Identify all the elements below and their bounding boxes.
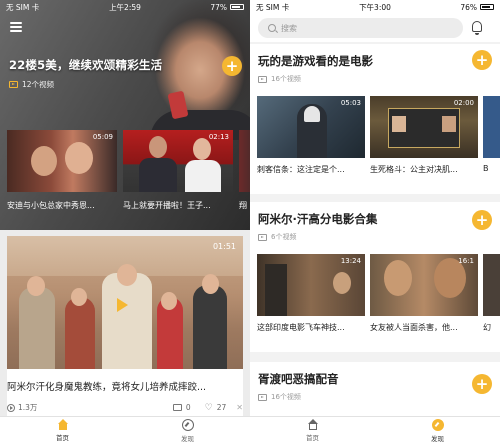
battery-icon — [229, 4, 244, 10]
video-caption: 安迪与小包总家中秀恩... — [7, 201, 95, 210]
video-card[interactable]: 13:24 这部印度电影飞车神技... — [257, 254, 365, 333]
video-thumbnail: 05:09 — [7, 130, 117, 192]
video-post-card[interactable]: 01:51 阿米尔汗化身魔鬼教练，竟将女儿培养成摔跤... 1.3万 0 ♡ 2… — [7, 236, 243, 416]
clock: 下午3:00 — [359, 2, 391, 12]
tab-bar: 首页 发现 — [0, 416, 250, 444]
video-caption: 马上就要开播啦！王子... — [123, 201, 211, 210]
video-duration: 01:51 — [212, 242, 236, 251]
search-placeholder: 搜索 — [281, 23, 297, 33]
video-thumbnail: 16:1 — [370, 254, 478, 316]
home-icon — [307, 419, 319, 430]
video-thumbnail — [483, 254, 500, 316]
views-icon — [7, 403, 15, 412]
header: 无 SIM 卡 下午3:00 76% 搜索 — [250, 0, 500, 42]
playlist-section: 玩的是游戏看的是电影 16个视频 + 05:03 刺客信条：这注定是个... 0… — [250, 44, 500, 194]
clock: 上午2:59 — [109, 2, 141, 12]
search-input[interactable]: 搜索 — [258, 18, 463, 38]
play-icon — [117, 298, 128, 312]
playlist-title[interactable]: 阿米尔·汗高分电影合集 — [258, 211, 377, 227]
views-count: 1.3万 — [18, 403, 38, 412]
tab-home[interactable]: 首页 — [0, 417, 125, 444]
video-thumbnail: 02:00 — [370, 96, 478, 158]
video-stats: 1.3万 0 ♡ 27 ✕ — [7, 402, 243, 413]
close-icon[interactable]: ✕ — [236, 403, 243, 412]
video-duration: 02:00 — [453, 99, 474, 107]
featured-banner[interactable]: 无 SIM 卡 上午2:59 77% 22楼5美，继续欢颂精彩生活 12个视频 … — [0, 0, 250, 230]
video-caption: 这部印度电影飞车神技... — [257, 323, 345, 332]
video-card[interactable]: 翔 — [239, 130, 250, 220]
comment-icon[interactable] — [172, 404, 182, 411]
screenshot: 无 SIM 卡 上午2:59 77% 22楼5美，继续欢颂精彩生活 12个视频 … — [0, 0, 500, 444]
video-thumbnail: 13:24 — [257, 254, 365, 316]
playlist-count: 16个视频 — [258, 74, 301, 84]
video-caption: 幻 — [483, 323, 491, 332]
tab-discover[interactable]: 发现 — [375, 417, 500, 444]
search-icon — [268, 24, 276, 32]
subscribe-plus-button[interactable]: + — [472, 210, 492, 230]
carrier-label: 无 SIM 卡 — [6, 2, 40, 12]
playlist-section: 胥渡吧恶搞配音 16个视频 + — [250, 362, 500, 416]
home-screen: 无 SIM 卡 上午2:59 77% 22楼5美，继续欢颂精彩生活 12个视频 … — [0, 0, 250, 444]
battery-percent: 76% — [460, 2, 477, 12]
playlist-section: 阿米尔·汗高分电影合集 6个视频 + 13:24 这部印度电影飞车神技... 1… — [250, 202, 500, 352]
video-thumbnail: 02:13 — [123, 130, 233, 192]
compass-icon — [431, 418, 444, 431]
like-count: 27 — [216, 403, 227, 412]
video-card[interactable]: 05:09 安迪与小包总家中秀恩... — [7, 130, 117, 220]
video-duration: 13:24 — [340, 257, 361, 265]
video-card[interactable]: B — [483, 96, 500, 175]
video-icon — [258, 233, 267, 241]
video-card[interactable]: 02:13 马上就要开播啦！王子... — [123, 130, 233, 220]
playlist-title[interactable]: 胥渡吧恶搞配音 — [258, 371, 339, 387]
tab-bar: 首页 发现 — [250, 416, 500, 444]
comment-count: 0 — [185, 403, 191, 412]
video-duration: 05:03 — [340, 99, 361, 107]
tab-discover[interactable]: 发现 — [125, 417, 250, 444]
heart-icon[interactable]: ♡ — [205, 403, 213, 412]
playlist-count: 16个视频 — [258, 392, 301, 402]
video-card[interactable]: 02:00 生死格斗：公主对决肌... — [370, 96, 478, 175]
video-duration: 05:09 — [92, 133, 113, 141]
playlist-count: 6个视频 — [258, 232, 296, 242]
video-icon — [9, 81, 18, 88]
battery-icon — [479, 4, 494, 10]
video-icon — [258, 75, 267, 83]
carrier-label: 无 SIM 卡 — [256, 2, 290, 12]
tab-home[interactable]: 首页 — [250, 417, 375, 444]
playlist-videos: 13:24 这部印度电影飞车神技... 16:1 女友被人当面杀害，他... 幻 — [257, 254, 500, 333]
discover-screen: 无 SIM 卡 下午3:00 76% 搜索 玩的是游戏看的是电影 16个视频 + — [250, 0, 500, 444]
video-caption: B — [483, 164, 489, 173]
banner-video-count: 12个视频 — [9, 79, 54, 90]
video-thumbnail: 01:51 — [7, 236, 243, 369]
bell-icon[interactable] — [472, 21, 482, 35]
status-bar: 无 SIM 卡 上午2:59 77% — [0, 0, 250, 14]
home-icon — [57, 419, 69, 430]
video-duration: 02:13 — [208, 133, 229, 141]
video-thumbnail: 05:03 — [257, 96, 365, 158]
subscribe-plus-button[interactable]: + — [222, 56, 242, 76]
battery-percent: 77% — [210, 2, 227, 12]
playlist-videos: 05:03 刺客信条：这注定是个... 02:00 生死格斗：公主对决肌... — [257, 96, 500, 175]
status-bar: 无 SIM 卡 下午3:00 76% — [250, 0, 500, 14]
video-icon — [258, 393, 267, 401]
video-card[interactable]: 05:03 刺客信条：这注定是个... — [257, 96, 365, 175]
video-card[interactable]: 16:1 女友被人当面杀害，他... — [370, 254, 478, 333]
subscribe-plus-button[interactable]: + — [472, 374, 492, 394]
video-thumbnail — [483, 96, 500, 158]
video-card[interactable]: 幻 — [483, 254, 500, 333]
subscribe-plus-button[interactable]: + — [472, 50, 492, 70]
menu-icon[interactable] — [10, 22, 22, 32]
video-caption: 女友被人当面杀害，他... — [370, 323, 458, 332]
video-caption: 生死格斗：公主对决肌... — [370, 165, 458, 174]
video-thumbnail — [239, 130, 250, 192]
compass-icon — [181, 418, 194, 431]
video-duration: 16:1 — [458, 257, 474, 265]
banner-video-list: 05:09 安迪与小包总家中秀恩... 02:13 马上就要开播啦！王子... — [7, 130, 250, 220]
video-caption: 翔 — [239, 201, 247, 210]
video-caption: 刺客信条：这注定是个... — [257, 165, 345, 174]
banner-title: 22楼5美，继续欢颂精彩生活 — [9, 58, 163, 72]
video-title: 阿米尔汗化身魔鬼教练，竟将女儿培养成摔跤... — [7, 382, 207, 393]
playlist-title[interactable]: 玩的是游戏看的是电影 — [258, 53, 373, 69]
